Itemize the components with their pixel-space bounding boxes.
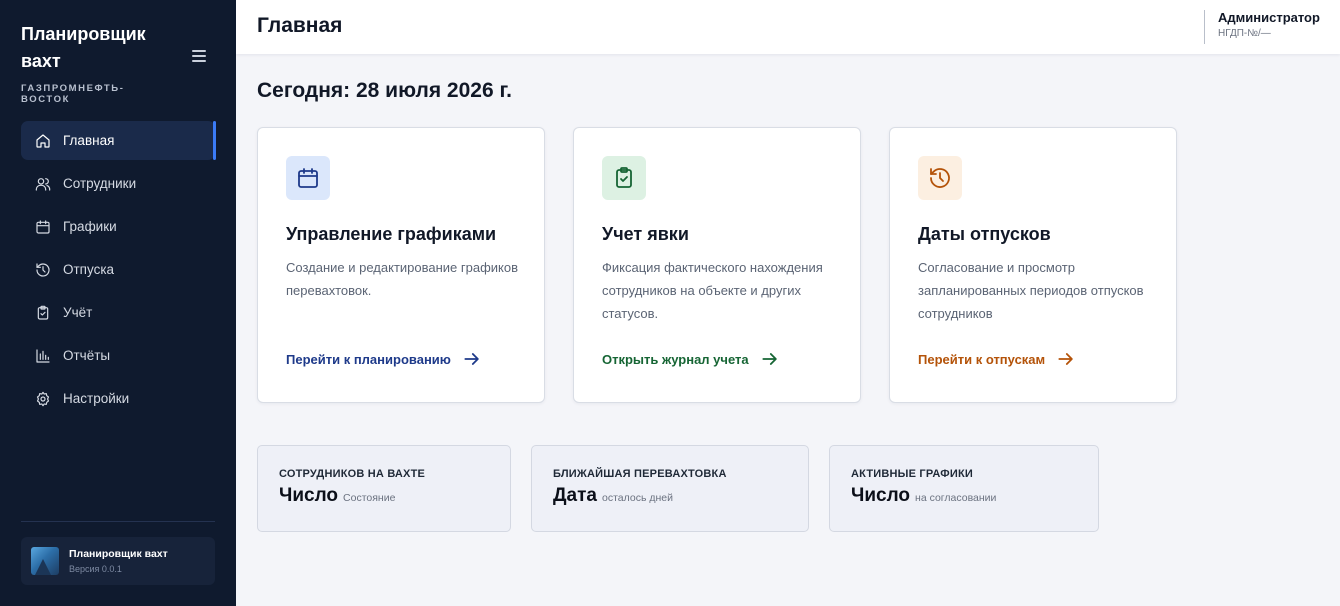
sidebar-item-label: Учёт: [63, 305, 93, 320]
stat-value: Число: [279, 485, 339, 506]
card-vacations: Даты отпусков Согласование и просмотр за…: [889, 127, 1177, 403]
sidebar-item-label: Графики: [63, 219, 117, 234]
app-version: Версия 0.0.1: [69, 564, 122, 574]
calendar-icon: [35, 219, 51, 235]
stat-label: АКТИВНЫЕ ГРАФИКИ: [851, 468, 973, 480]
go-to-vacations-link[interactable]: Перейти к отпускам: [918, 349, 1076, 369]
today-date: Сегодня: 28 июля 2026 г.: [257, 79, 512, 102]
stat-subtext: осталось дней: [601, 492, 673, 504]
card-title: Даты отпусков: [918, 224, 1051, 244]
brand-subtitle: ГАЗПРОМНЕФТЬ-ВОСТОК: [21, 83, 125, 105]
sidebar-item-accounting[interactable]: Учёт: [21, 293, 215, 332]
user-org: НГДП-№/—: [1218, 28, 1271, 39]
card-description: Создание и редактирование графиков перев…: [286, 260, 519, 298]
stat-label: БЛИЖАЙШАЯ ПЕРЕВАХТОВКА: [553, 468, 727, 480]
go-to-planning-link[interactable]: Перейти к планированию: [286, 349, 482, 369]
open-attendance-log-link[interactable]: Открыть журнал учета: [602, 349, 780, 369]
calendar-icon: [286, 156, 330, 200]
user-profile[interactable]: Администратор НГДП-№/—: [1204, 10, 1320, 44]
card-attendance: Учет явки Фиксация фактического нахожден…: [573, 127, 861, 403]
gear-icon: [35, 391, 51, 407]
stat-subtext: Состояние: [343, 492, 396, 504]
arrow-right-icon: [1058, 353, 1073, 365]
card-title: Учет явки: [602, 224, 689, 244]
page-title: Главная: [257, 14, 343, 37]
user-name: Администратор: [1218, 10, 1320, 25]
users-icon: [35, 176, 51, 192]
menu-toggle-icon[interactable]: [192, 50, 206, 64]
app-logo: [31, 547, 59, 575]
sidebar-nav: Главная Сотрудники Графики Отпуска Учёт: [21, 121, 216, 422]
stat-next-shift-change: БЛИЖАЙШАЯ ПЕРЕВАХТОВКА Дата осталось дне…: [531, 445, 809, 532]
sidebar-item-schedules[interactable]: Графики: [21, 207, 215, 246]
card-link-label: Перейти к планированию: [286, 351, 451, 367]
brand: Планировщик вахт ГАЗПРОМНЕФТЬ-ВОСТОК: [21, 21, 171, 105]
sidebar-item-label: Отпуска: [63, 262, 115, 277]
top-header: Главная Администратор НГДП-№/—: [236, 0, 1340, 54]
card-description: Согласование и просмотр запланированных …: [918, 260, 1144, 321]
sidebar-item-label: Сотрудники: [63, 176, 137, 191]
clipboard-check-icon: [602, 156, 646, 200]
arrow-right-icon: [762, 353, 777, 365]
history-icon: [918, 156, 962, 200]
stat-value: Число: [851, 485, 911, 506]
history-icon: [35, 262, 51, 278]
card-link-label: Перейти к отпускам: [918, 351, 1046, 367]
card-link-label: Открыть журнал учета: [602, 351, 749, 367]
sidebar-divider: [21, 521, 215, 522]
stat-active-schedules: АКТИВНЫЕ ГРАФИКИ Число на согласовании: [829, 445, 1099, 532]
arrow-right-icon: [464, 353, 479, 365]
app-name: Планировщик вахт: [69, 548, 168, 560]
sidebar-item-settings[interactable]: Настройки: [21, 379, 215, 418]
sidebar: Планировщик вахт ГАЗПРОМНЕФТЬ-ВОСТОК Гла…: [0, 0, 236, 606]
card-title: Управление графиками: [286, 224, 497, 244]
stat-value: Дата: [553, 485, 597, 506]
card-schedules: Управление графиками Создание и редактир…: [257, 127, 545, 403]
sidebar-item-label: Отчёты: [63, 348, 111, 363]
stat-label: СОТРУДНИКОВ НА ВАХТЕ: [279, 468, 426, 480]
card-description: Фиксация фактического нахождения сотрудн…: [602, 260, 823, 321]
sidebar-item-reports[interactable]: Отчёты: [21, 336, 215, 375]
sidebar-item-home[interactable]: Главная: [21, 121, 216, 160]
brand-title: Планировщик вахт: [21, 24, 146, 71]
stat-employees-on-shift: СОТРУДНИКОВ НА ВАХТЕ Число Состояние: [257, 445, 511, 532]
clipboard-check-icon: [35, 305, 51, 321]
sidebar-item-label: Главная: [63, 133, 115, 148]
stat-subtext: на согласовании: [915, 492, 997, 504]
sidebar-item-label: Настройки: [63, 391, 130, 406]
sidebar-item-vacations[interactable]: Отпуска: [21, 250, 215, 289]
home-icon: [35, 133, 51, 149]
bar-chart-icon: [35, 348, 51, 364]
sidebar-item-employees[interactable]: Сотрудники: [21, 164, 215, 203]
app-info-card: Планировщик вахт Версия 0.0.1: [21, 537, 215, 585]
